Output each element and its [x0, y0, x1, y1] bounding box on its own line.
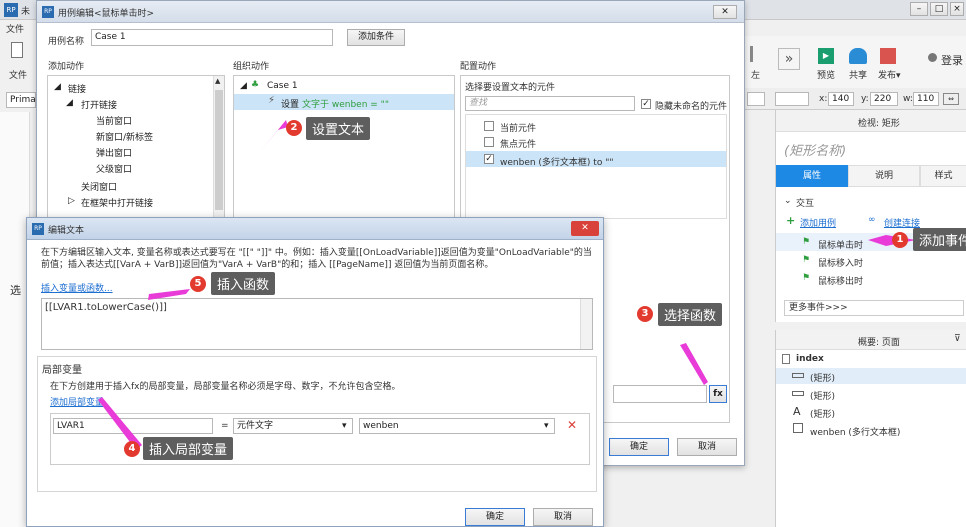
annotation-2-num: 2: [290, 122, 298, 133]
annotation-5-num: 5: [194, 278, 202, 289]
arrow-5: [148, 289, 190, 300]
annotation-1-num: 1: [896, 234, 904, 245]
annotation-1-marker: 1: [892, 232, 908, 248]
annotation-3-label: 选择函数: [664, 309, 717, 324]
annotation-5-marker: 5: [190, 276, 206, 292]
arrow-3: [680, 343, 708, 385]
annotation-2-marker: 2: [286, 120, 302, 136]
annotation-1-label: 添加事件: [919, 234, 966, 249]
annotation-1-callout: 添加事件: [913, 228, 966, 251]
annotation-4-callout: 插入局部变量: [143, 437, 234, 460]
annotation-3-marker: 3: [637, 306, 653, 322]
arrow-2: [260, 120, 288, 152]
annotation-2-callout: 设置文本: [306, 117, 371, 140]
annotation-4-label: 插入局部变量: [149, 443, 228, 458]
annotation-4-marker: 4: [124, 441, 140, 457]
annotation-2-label: 设置文本: [312, 123, 365, 138]
annotation-5-label: 插入函数: [217, 278, 270, 293]
annotation-3-num: 3: [641, 308, 649, 319]
annotation-4-num: 4: [128, 443, 136, 454]
annotation-5-callout: 插入函数: [211, 272, 276, 295]
annotation-3-callout: 选择函数: [658, 303, 723, 326]
